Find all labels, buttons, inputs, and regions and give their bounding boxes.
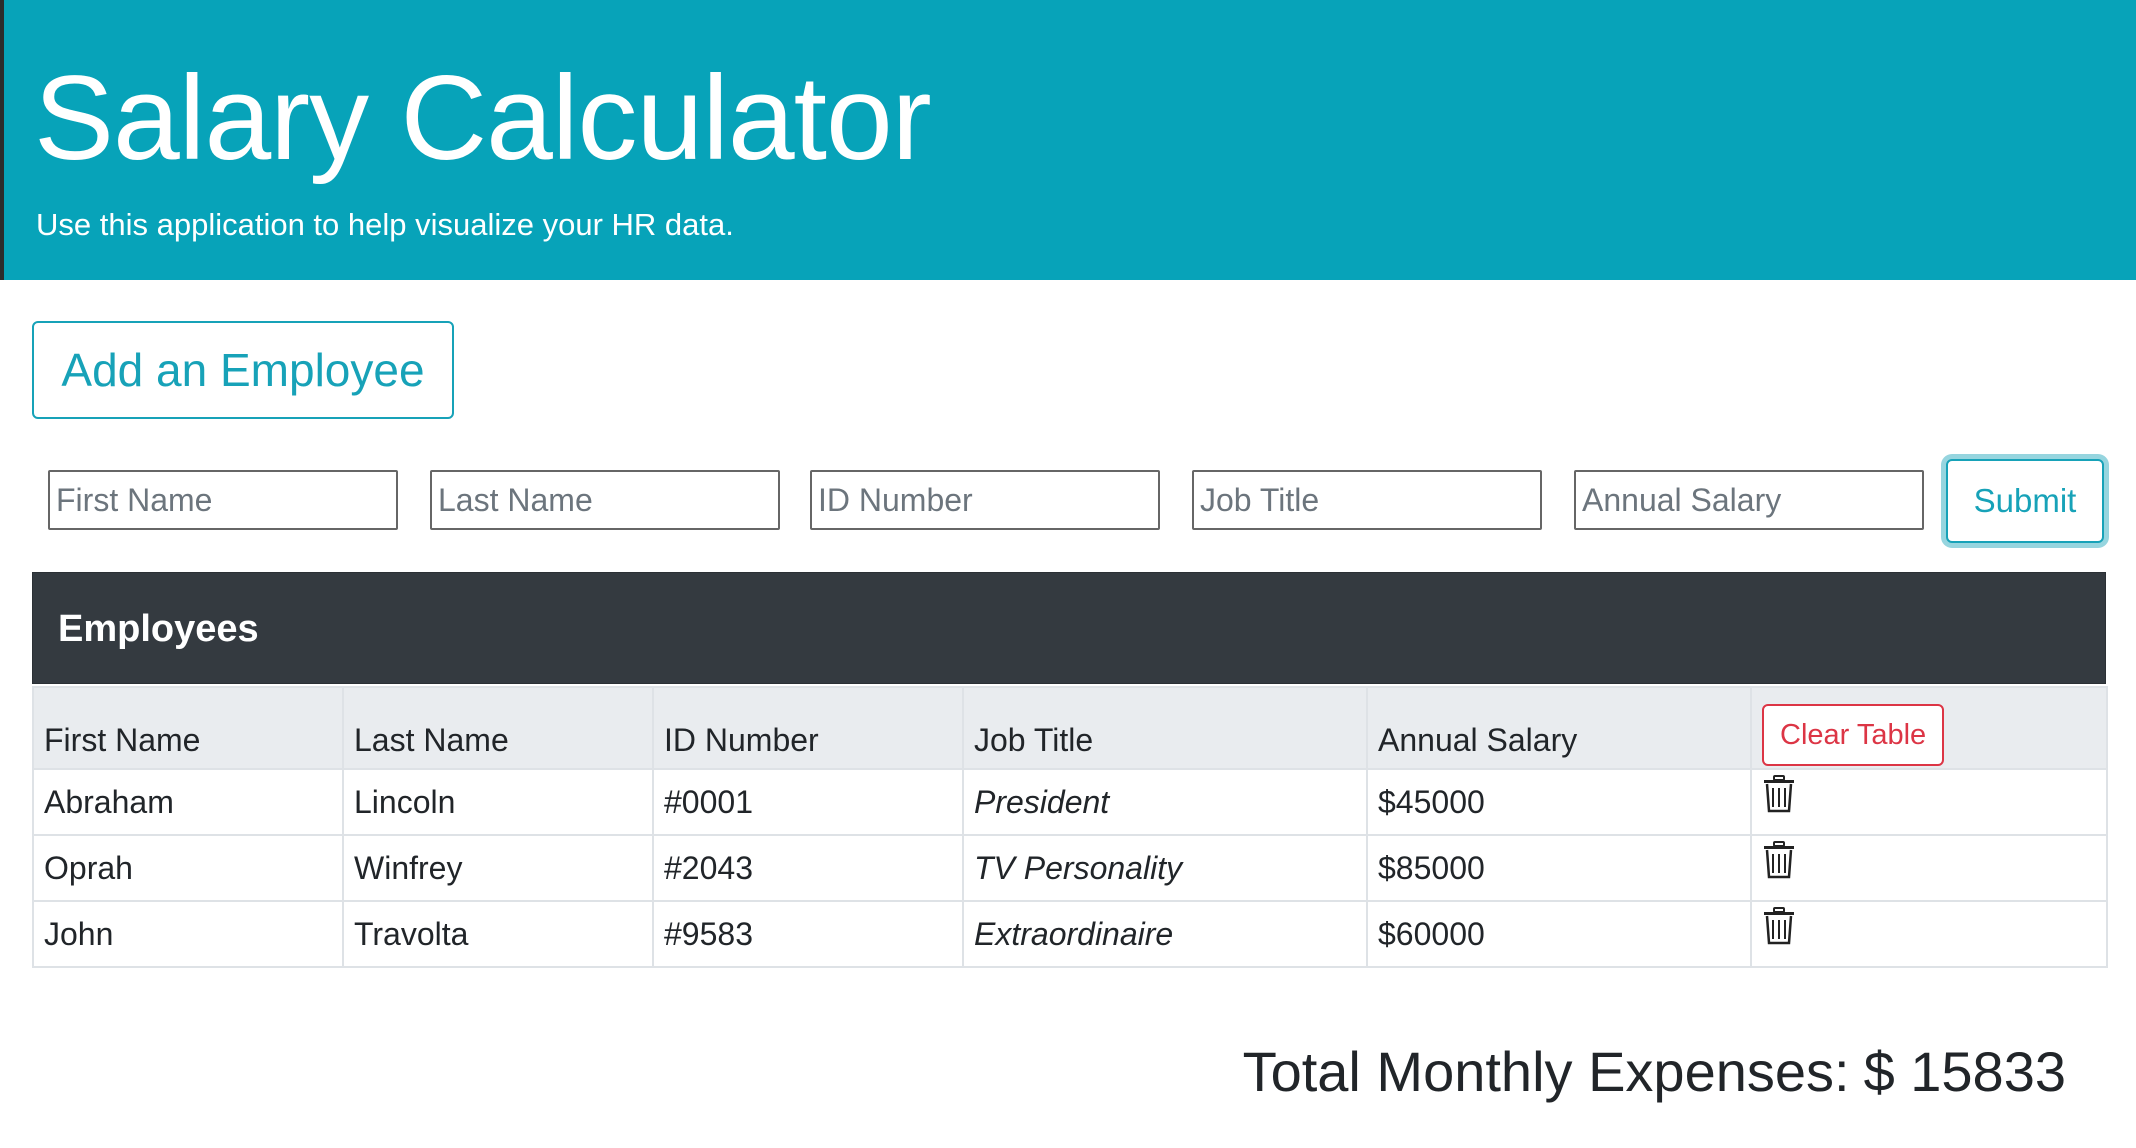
submit-button[interactable]: Submit xyxy=(1946,459,2104,543)
first-name-input[interactable] xyxy=(48,470,398,530)
cell-id-number: #9583 xyxy=(652,900,964,968)
cell-job-title: Extraordinaire xyxy=(962,900,1368,968)
table-row: John Travolta #9583 Extraordinaire $6000… xyxy=(32,900,2108,968)
cell-annual-salary: $85000 xyxy=(1366,834,1752,902)
cell-id-number: #0001 xyxy=(652,768,964,836)
total-amount: $ 15833 xyxy=(1863,1040,2066,1103)
cell-actions xyxy=(1750,900,2108,968)
column-header-actions: Clear Table xyxy=(1750,686,2108,770)
table-row: Oprah Winfrey #2043 TV Personality $8500… xyxy=(32,834,2108,902)
column-header-last-name: Last Name xyxy=(342,686,654,770)
column-header-annual-salary: Annual Salary xyxy=(1366,686,1752,770)
cell-actions xyxy=(1750,834,2108,902)
cell-last-name: Winfrey xyxy=(342,834,654,902)
table-title: Employees xyxy=(32,572,2106,684)
column-header-id-number: ID Number xyxy=(652,686,964,770)
cell-annual-salary: $45000 xyxy=(1366,768,1752,836)
total-label: Total Monthly Expenses: xyxy=(1242,1040,1850,1103)
total-monthly-expenses: Total Monthly Expenses: $ 15833 xyxy=(1243,1036,2066,1108)
cell-first-name: Oprah xyxy=(32,834,344,902)
trash-icon[interactable] xyxy=(1762,906,1796,945)
cell-first-name: Abraham xyxy=(32,768,344,836)
cell-last-name: Lincoln xyxy=(342,768,654,836)
cell-annual-salary: $60000 xyxy=(1366,900,1752,968)
employees-table: First Name Last Name ID Number Job Title… xyxy=(32,686,2108,968)
column-header-first-name: First Name xyxy=(32,686,344,770)
clear-table-button[interactable]: Clear Table xyxy=(1762,703,1945,766)
column-header-job-title: Job Title xyxy=(962,686,1368,770)
hero-banner: Salary Calculator Use this application t… xyxy=(0,0,2136,280)
employees-table-section: Employees First Name Last Name ID Number… xyxy=(32,572,2108,968)
cell-id-number: #2043 xyxy=(652,834,964,902)
add-employee-button[interactable]: Add an Employee xyxy=(32,321,454,419)
last-name-input[interactable] xyxy=(430,470,780,530)
page-subtitle: Use this application to help visualize y… xyxy=(36,207,734,242)
cell-job-title: TV Personality xyxy=(962,834,1368,902)
cell-last-name: Travolta xyxy=(342,900,654,968)
page-title: Salary Calculator xyxy=(34,51,932,185)
trash-icon[interactable] xyxy=(1762,774,1796,813)
cell-job-title: President xyxy=(962,768,1368,836)
table-header-row: First Name Last Name ID Number Job Title… xyxy=(32,686,2108,770)
table-row: Abraham Lincoln #0001 President $45000 xyxy=(32,768,2108,836)
id-number-input[interactable] xyxy=(810,470,1160,530)
annual-salary-input[interactable] xyxy=(1574,470,1924,530)
cell-first-name: John xyxy=(32,900,344,968)
trash-icon[interactable] xyxy=(1762,840,1796,879)
cell-actions xyxy=(1750,768,2108,836)
job-title-input[interactable] xyxy=(1192,470,1542,530)
